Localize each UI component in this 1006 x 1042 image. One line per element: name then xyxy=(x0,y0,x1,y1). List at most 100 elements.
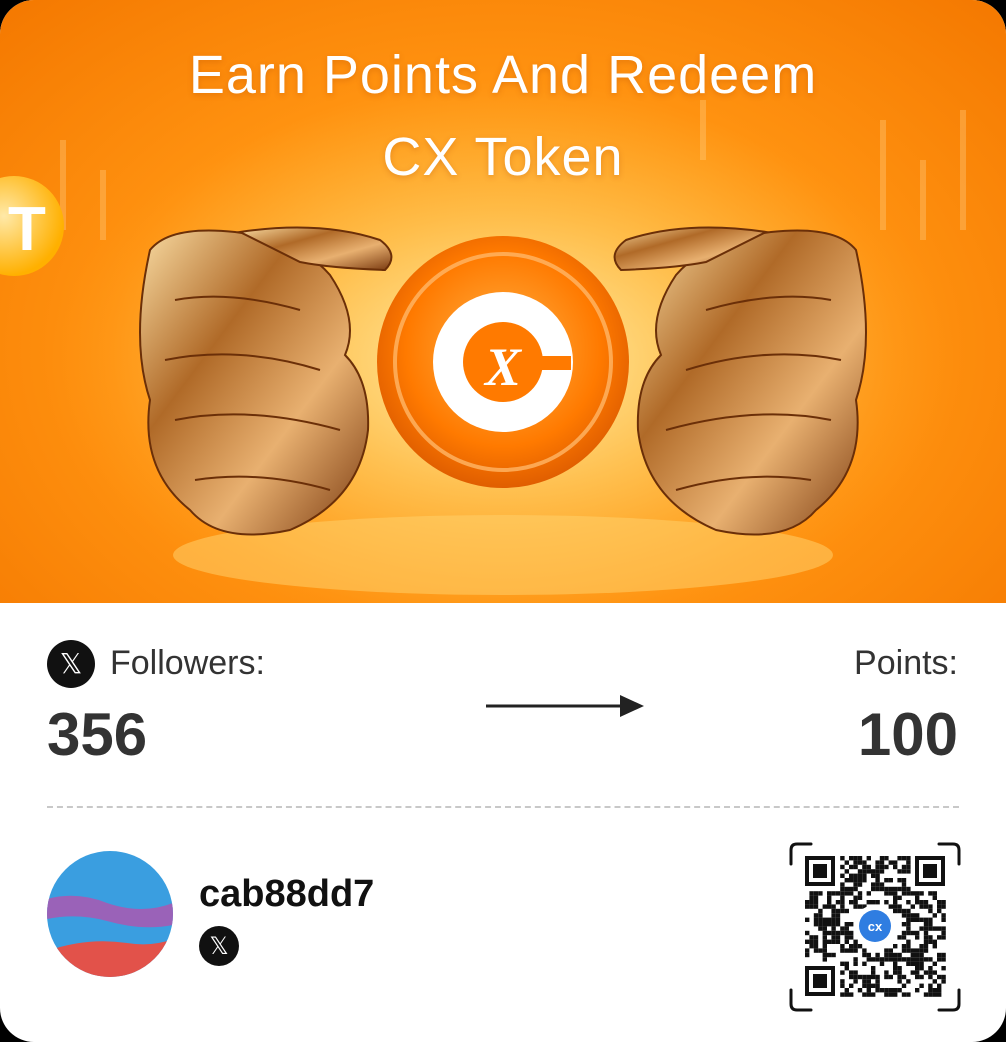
qr-module xyxy=(844,966,849,971)
qr-module xyxy=(857,878,863,883)
qr-module xyxy=(941,926,946,931)
qr-module xyxy=(928,939,933,944)
qr-module xyxy=(915,957,920,962)
qr-module xyxy=(813,935,819,940)
qr-module xyxy=(831,926,836,931)
qr-module xyxy=(884,957,889,962)
qr-module xyxy=(879,864,885,870)
qr-module xyxy=(809,935,814,940)
qr-module xyxy=(840,856,845,861)
qr-module xyxy=(822,935,827,940)
qr-module xyxy=(866,900,871,905)
points-value: 100 xyxy=(857,701,958,768)
qr-module xyxy=(923,992,929,997)
qr-module xyxy=(893,988,898,993)
qr-module xyxy=(822,948,827,953)
qr-module xyxy=(901,882,907,887)
qr-module xyxy=(919,904,924,909)
qr-module xyxy=(915,891,920,896)
qr-module xyxy=(928,891,933,896)
qr-module xyxy=(941,957,946,962)
qr-module xyxy=(919,952,924,958)
qr-module xyxy=(893,891,898,896)
qr-module xyxy=(893,957,898,962)
qr-module xyxy=(871,873,876,878)
qr-module xyxy=(831,922,836,927)
qr-module xyxy=(840,864,845,870)
qr-module xyxy=(857,895,863,900)
qr-module xyxy=(875,869,880,874)
qr-module xyxy=(853,957,858,962)
qr-module xyxy=(857,869,863,874)
qr-module xyxy=(906,944,911,949)
qr-module xyxy=(893,961,898,966)
qr-module xyxy=(906,926,911,931)
qr-module xyxy=(862,873,867,878)
qr-module xyxy=(937,935,942,940)
qr-module xyxy=(853,856,858,861)
qr-module xyxy=(871,974,876,980)
qr-module xyxy=(844,948,849,953)
qr-module xyxy=(937,900,942,905)
qr-module xyxy=(840,873,845,878)
qr-module xyxy=(835,900,841,905)
qr-module xyxy=(871,983,876,988)
qr-module xyxy=(906,948,911,953)
qr-module xyxy=(835,891,841,896)
qr-module xyxy=(875,983,880,988)
banner-title-line-2: CX Token xyxy=(382,127,624,187)
qr-module xyxy=(844,935,849,940)
svg-text:cx: cx xyxy=(868,919,883,934)
qr-module xyxy=(897,878,902,883)
qr-module xyxy=(809,900,814,905)
qr-module xyxy=(915,913,920,918)
qr-module xyxy=(822,939,827,944)
cx-logo-icon: cx xyxy=(854,905,896,947)
qr-module xyxy=(923,926,929,931)
qr-module xyxy=(840,895,845,900)
qr-module xyxy=(840,900,845,905)
qr-module xyxy=(888,948,893,953)
qr-module xyxy=(901,891,907,896)
qr-module xyxy=(910,930,915,936)
qr-module xyxy=(884,864,889,870)
qr-module xyxy=(915,917,920,922)
qr-module xyxy=(844,886,849,892)
qr-module xyxy=(919,961,924,966)
qr-module xyxy=(862,974,867,980)
qr-module xyxy=(923,922,929,927)
qr-module xyxy=(862,992,867,997)
qr-module xyxy=(849,922,854,927)
qr-module xyxy=(893,900,898,905)
qr-module xyxy=(853,961,858,966)
qr-module xyxy=(888,860,893,865)
qr-module xyxy=(932,895,937,900)
qr-module xyxy=(862,983,867,988)
qr-module xyxy=(831,904,836,909)
qr-module xyxy=(875,878,880,883)
qr-module xyxy=(941,966,946,971)
qr-module xyxy=(853,948,858,953)
qr-module xyxy=(884,992,889,997)
qr-module xyxy=(840,886,845,892)
qr-module xyxy=(835,908,841,914)
qr-module xyxy=(849,873,854,878)
qr-module xyxy=(844,926,849,931)
qr-module xyxy=(937,952,942,958)
qr-module xyxy=(853,970,858,975)
qr-module xyxy=(866,891,871,896)
qr-module xyxy=(853,864,858,870)
qr-module xyxy=(897,957,902,962)
qr-module xyxy=(915,970,920,975)
qr-module xyxy=(932,961,937,966)
qr-module xyxy=(915,974,920,980)
qr-module xyxy=(901,992,907,997)
qr-module xyxy=(844,891,849,896)
qr-module xyxy=(932,944,937,949)
qr-module xyxy=(809,944,814,949)
qr-module xyxy=(932,926,937,931)
cx-coin-icon: X xyxy=(377,236,629,488)
qr-module xyxy=(831,939,836,944)
qr-module xyxy=(941,935,946,940)
qr-module xyxy=(822,917,827,922)
